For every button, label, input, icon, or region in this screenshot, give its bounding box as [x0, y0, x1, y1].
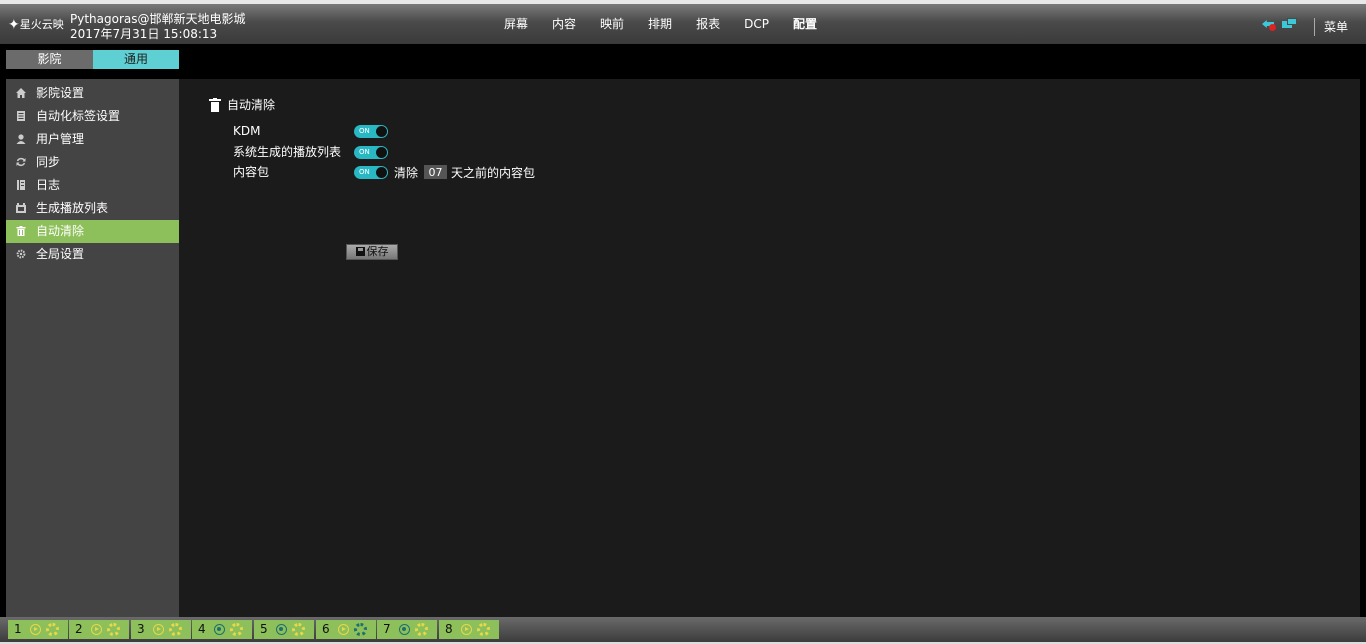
- gear-icon: [230, 623, 243, 636]
- gear-icon: [354, 623, 367, 636]
- section-title-text: 自动清除: [227, 98, 276, 112]
- log-icon: [17, 180, 25, 190]
- screen-status-6[interactable]: 6: [316, 620, 376, 639]
- stop-icon: [214, 624, 225, 635]
- main-panel: 影院设置 自动化标签设置 用户管理 同步 日志 生成播放列表 自动清除 全局设置…: [6, 79, 1360, 617]
- gear-icon: [477, 623, 490, 636]
- clean-prefix-text: 清除: [394, 166, 419, 180]
- settings-icon: [16, 249, 26, 259]
- top-bar: ✦星火云映 Pythagoras@邯郸新天地电影城 2017年7月31日 15:…: [0, 0, 1366, 44]
- main-nav: 屏幕 内容 映前 排期 报表 DCP 配置: [492, 4, 829, 44]
- screen-status-4[interactable]: 4: [192, 620, 252, 639]
- trash-icon: [16, 226, 26, 236]
- sidebar-item-label: 用户管理: [36, 132, 85, 146]
- sidebar-item-label: 生成播放列表: [36, 201, 109, 215]
- screen-status-8[interactable]: 8: [439, 620, 499, 639]
- nav-dcp[interactable]: DCP: [732, 4, 781, 44]
- nav-reports[interactable]: 报表: [684, 4, 732, 44]
- tab-bar: 影院 通用: [0, 44, 1366, 71]
- tab-cinema[interactable]: 影院: [6, 50, 93, 69]
- days-input[interactable]: [424, 165, 447, 179]
- screen-status-7[interactable]: 7: [377, 620, 437, 639]
- user-icon: [16, 134, 26, 144]
- clean-suffix-text: 天之前的内容包: [451, 166, 536, 180]
- play-icon: [91, 624, 102, 635]
- gear-icon: [292, 623, 305, 636]
- sidebar-item-label: 影院设置: [36, 86, 85, 100]
- tab-general[interactable]: 通用: [93, 50, 179, 69]
- sidebar-item-sync[interactable]: 同步: [6, 151, 179, 174]
- account-info: Pythagoras@邯郸新天地电影城 2017年7月31日 15:08:13: [70, 12, 246, 42]
- playlist-icon: [16, 203, 26, 213]
- screen-status-2[interactable]: 2: [69, 620, 129, 639]
- nav-content[interactable]: 内容: [540, 4, 588, 44]
- sidebar-item-label: 同步: [36, 155, 61, 169]
- system-playlist-toggle[interactable]: ON: [354, 146, 388, 159]
- gear-icon: [169, 623, 182, 636]
- screen-status-3[interactable]: 3: [131, 620, 191, 639]
- gear-icon: [46, 623, 59, 636]
- screen-status-5[interactable]: 5: [254, 620, 314, 639]
- home-icon: [16, 88, 26, 98]
- floppy-icon: [355, 247, 365, 256]
- menu-button[interactable]: 菜单: [1324, 18, 1348, 35]
- setting-label: 系统生成的播放列表: [233, 145, 342, 159]
- stop-icon: [399, 624, 410, 635]
- star-icon: ✦: [8, 17, 20, 33]
- alert-icon[interactable]: [1262, 18, 1276, 31]
- sidebar-item-generate-playlist[interactable]: 生成播放列表: [6, 197, 179, 220]
- screen-status-1[interactable]: 1: [8, 620, 68, 639]
- divider: [1314, 18, 1315, 36]
- gear-icon: [415, 623, 428, 636]
- account-name: Pythagoras@邯郸新天地电影城: [70, 12, 246, 26]
- sidebar-item-log[interactable]: 日志: [6, 174, 179, 197]
- nav-config[interactable]: 配置: [781, 4, 829, 44]
- logo: ✦星火云映: [8, 17, 64, 33]
- sidebar-item-automation-tags[interactable]: 自动化标签设置: [6, 105, 179, 128]
- play-icon: [153, 624, 164, 635]
- sidebar-item-label: 自动清除: [36, 224, 85, 238]
- nav-schedule[interactable]: 排期: [636, 4, 684, 44]
- setting-row-content-package: 内容包: [233, 164, 269, 180]
- setting-row-kdm: KDM: [233, 123, 260, 139]
- content-package-toggle[interactable]: ON: [354, 166, 388, 179]
- setting-row-system-playlist: 系统生成的播放列表: [233, 144, 341, 160]
- gear-icon: [107, 623, 120, 636]
- kdm-toggle[interactable]: ON: [354, 125, 388, 138]
- section-title: 自动清除: [209, 96, 275, 113]
- setting-label: KDM: [233, 124, 261, 138]
- setting-label: 内容包: [233, 165, 270, 179]
- message-icon[interactable]: [1282, 18, 1298, 30]
- sidebar-item-user-management[interactable]: 用户管理: [6, 128, 179, 151]
- trash-icon: [209, 97, 221, 112]
- content-area: 自动清除 KDM ON 系统生成的播放列表 ON 内容包 ON 清除 天之前的内…: [179, 79, 1360, 617]
- tag-icon: [17, 111, 25, 121]
- play-icon: [30, 624, 41, 635]
- save-button[interactable]: 保存: [346, 244, 398, 260]
- top-icons: [1262, 18, 1298, 31]
- sidebar-item-label: 自动化标签设置: [36, 109, 121, 123]
- nav-screen[interactable]: 屏幕: [492, 4, 540, 44]
- sidebar-item-global-settings[interactable]: 全局设置: [6, 243, 179, 266]
- sidebar-item-cinema-settings[interactable]: 影院设置: [6, 82, 179, 105]
- screen-status-bar: 1 2 3 4 5 6 7 8: [0, 617, 1366, 644]
- play-icon: [461, 624, 472, 635]
- sync-icon: [16, 157, 26, 167]
- sidebar-item-auto-clean[interactable]: 自动清除: [6, 220, 179, 243]
- nav-preshow[interactable]: 映前: [588, 4, 636, 44]
- sidebar: 影院设置 自动化标签设置 用户管理 同步 日志 生成播放列表 自动清除 全局设置: [6, 79, 179, 617]
- current-datetime: 2017年7月31日 15:08:13: [70, 27, 218, 41]
- play-icon: [338, 624, 349, 635]
- stop-icon: [276, 624, 287, 635]
- sidebar-item-label: 全局设置: [36, 247, 85, 261]
- sidebar-item-label: 日志: [36, 178, 61, 192]
